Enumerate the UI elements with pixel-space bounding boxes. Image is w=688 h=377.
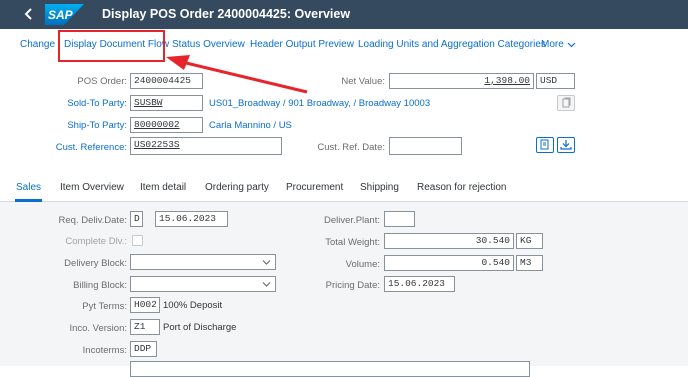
cust-reference-label[interactable]: Cust. Reference: [40, 142, 127, 153]
chevron-down-icon [262, 260, 271, 265]
cust-ref-date-field[interactable] [389, 137, 462, 155]
document-icon [540, 139, 549, 150]
annotation-highlight-box [58, 30, 165, 62]
billing-block-label: Billing Block: [73, 280, 127, 291]
sold-to-party-field[interactable]: SUSBW [130, 95, 203, 111]
chevron-down-icon [262, 282, 271, 287]
sap-logo-text: SAP [48, 8, 74, 22]
pricing-date-field[interactable]: 15.06.2023 [384, 276, 455, 292]
delivery-block-label: Delivery Block: [64, 258, 127, 269]
header-output-preview-button[interactable]: Header Output Preview [250, 39, 354, 50]
ship-to-party-field[interactable]: 80000002 [130, 117, 203, 133]
loading-units-button[interactable]: Loading Units and Aggregation Categories [358, 39, 546, 50]
incoterms-label: Incoterms: [82, 345, 127, 356]
more-label: More [541, 39, 564, 50]
tab-sales[interactable]: Sales [16, 182, 41, 193]
tab-item-overview[interactable]: Item Overview [60, 182, 124, 193]
chevron-down-icon [567, 42, 576, 48]
total-weight-label: Total Weight: [325, 237, 380, 248]
ship-to-party-description[interactable]: Carla Mannino / US [209, 120, 292, 131]
inco-version-label: Inco. Version: [69, 323, 127, 334]
copy-icon [562, 97, 571, 108]
sold-to-party-description[interactable]: US01_Broadway / 901 Broadway, / Broadway… [209, 98, 430, 109]
more-button[interactable]: More [541, 39, 576, 50]
req-deliv-date-label: Req. Deliv.Date: [58, 215, 127, 226]
inco-version-description: Port of Discharge [163, 322, 237, 333]
shell-bar: SAP Display POS Order 2400004425: Overvi… [0, 0, 688, 29]
cust-ref-date-label: Cust. Ref. Date: [317, 142, 385, 153]
cust-reference-field[interactable]: US02253S [130, 137, 282, 155]
volume-field[interactable]: 0.540 [384, 255, 514, 271]
download-icon [560, 140, 572, 150]
back-arrow-icon[interactable] [21, 6, 37, 22]
req-deliv-type-field[interactable]: D [130, 211, 143, 227]
pyt-terms-field[interactable]: H002 [130, 297, 160, 313]
total-weight-field[interactable]: 30.540 [384, 233, 514, 249]
tab-reason-for-rejection[interactable]: Reason for rejection [417, 182, 507, 193]
deliver-plant-field[interactable] [384, 211, 415, 227]
change-button[interactable]: Change [20, 39, 55, 50]
volume-label: Volume: [345, 259, 380, 270]
currency-field[interactable]: USD [536, 73, 575, 89]
inco-version-field[interactable]: Z1 [130, 319, 160, 335]
partially-visible-field[interactable] [130, 361, 530, 377]
volume-unit-field[interactable]: M3 [516, 255, 543, 271]
tab-procurement[interactable]: Procurement [286, 182, 343, 193]
pos-order-field[interactable]: 2400004425 [130, 73, 203, 89]
tab-bar: Sales Item Overview Item detail Ordering… [0, 176, 688, 202]
pricing-date-label: Pricing Date: [325, 280, 380, 291]
deliver-plant-label: Deliver.Plant: [324, 215, 380, 226]
pyt-terms-description: 100% Deposit [163, 300, 223, 311]
document-button[interactable] [536, 137, 554, 153]
pyt-terms-label: Pyt Terms: [82, 301, 127, 312]
req-deliv-date-field[interactable]: 15.06.2023 [155, 211, 228, 227]
total-weight-unit-field[interactable]: KG [516, 233, 543, 249]
page-title: Display POS Order 2400004425: Overview [102, 7, 351, 21]
net-value-label: Net Value: [341, 76, 385, 87]
tab-shipping[interactable]: Shipping [360, 182, 399, 193]
complete-dlv-label: Complete Dlv.: [65, 236, 127, 247]
tab-ordering-party[interactable]: Ordering party [205, 182, 269, 193]
status-overview-button[interactable]: Status Overview [172, 39, 245, 50]
copy-button[interactable] [557, 95, 575, 111]
pos-order-label: POS Order: [77, 76, 127, 87]
sold-to-party-label[interactable]: Sold-To Party: [50, 98, 127, 109]
incoterms-field[interactable]: DDP [130, 341, 157, 357]
complete-dlv-checkbox[interactable] [132, 235, 143, 246]
net-value-field[interactable]: 1,398.00 [389, 73, 534, 89]
sap-logo: SAP [45, 4, 84, 25]
download-button[interactable] [557, 137, 575, 153]
delivery-block-select[interactable] [130, 254, 276, 270]
billing-block-select[interactable] [130, 276, 276, 292]
ship-to-party-label[interactable]: Ship-To Party: [50, 120, 127, 131]
tab-item-detail[interactable]: Item detail [140, 182, 186, 193]
